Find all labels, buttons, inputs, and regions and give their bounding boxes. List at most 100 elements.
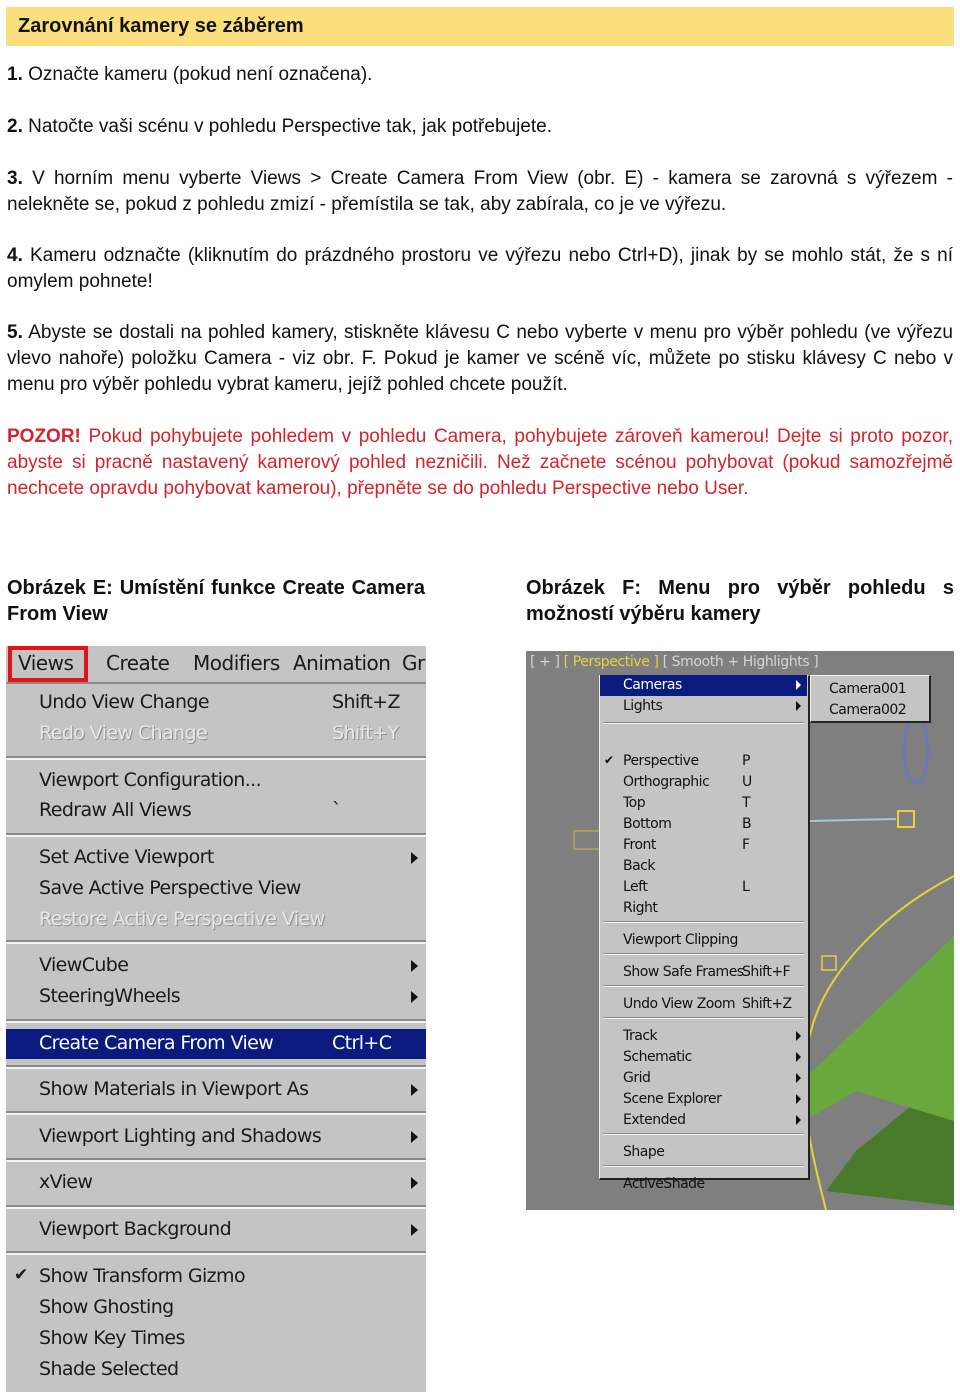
menu-item-label: Show Key Times — [39, 1327, 185, 1349]
view-menu-item-bottom[interactable]: Bottom B — [600, 814, 807, 835]
menu-item-label: Undo View Zoom — [623, 996, 736, 1012]
menu-graph[interactable]: Gr — [402, 651, 425, 675]
figure-e-views-menu: Views Create Modifiers Animation Gr Undo… — [6, 646, 426, 1392]
submenu-item-camera001[interactable]: Camera001 — [811, 679, 929, 700]
figure-e-caption: Obrázek E: Umístění funkce Create Camera… — [7, 577, 425, 625]
step-3: 3. V horním menu vyberte Views > Create … — [7, 166, 953, 218]
view-menu-item-back[interactable]: Back — [600, 856, 807, 877]
menu-item-label: xView — [39, 1171, 93, 1193]
submenu-arrow-icon — [411, 1224, 418, 1236]
step-4: 4. Kameru odznačte (kliknutím do prázdné… — [7, 243, 953, 295]
menu-item-label: Shade Selected — [39, 1358, 179, 1380]
submenu-arrow-icon — [796, 701, 801, 711]
menu-item-label: Scene Explorer — [623, 1091, 722, 1107]
menu-item-label: Right — [623, 900, 658, 916]
view-menu-item-scene-explorer[interactable]: Scene Explorer — [600, 1089, 807, 1110]
view-menu-item-track[interactable]: Track — [600, 1026, 807, 1047]
cameras-submenu: Camera001 Camera002 — [810, 675, 931, 723]
menu-item-shade-selected[interactable]: Shade Selected — [6, 1355, 426, 1385]
menu-separator — [603, 1165, 804, 1167]
view-menu-item-perspective[interactable]: ✔ Perspective P — [600, 751, 807, 772]
menu-item-label: Viewport Lighting and Shadows — [39, 1125, 322, 1147]
menu-item-viewport-background[interactable]: Viewport Background — [6, 1215, 426, 1245]
warning-label: POZOR! — [7, 426, 81, 447]
viewport-label[interactable]: [ + ] [ Perspective ] [ Smooth + Highlig… — [530, 654, 819, 670]
camera-icon-box — [897, 810, 915, 828]
menu-item-shortcut: Shift+F — [742, 964, 791, 980]
menu-item-show-ghosting[interactable]: Show Ghosting — [6, 1293, 426, 1323]
menu-item-shortcut: Shift+Y — [332, 722, 399, 744]
view-menu-item-show-safe-frames[interactable]: Show Safe Frames Shift+F — [600, 962, 807, 983]
menu-create[interactable]: Create — [106, 651, 170, 675]
menu-animation[interactable]: Animation — [293, 651, 391, 675]
submenu-arrow-icon — [796, 1115, 801, 1125]
menu-item-label: SteeringWheels — [39, 985, 181, 1007]
view-menu-item-cameras[interactable]: Cameras — [600, 675, 807, 696]
view-menu-item-left[interactable]: Left L — [600, 877, 807, 898]
step-2: 2. Natočte vaši scénu v pohledu Perspect… — [7, 114, 953, 140]
menu-item-viewcube[interactable]: ViewCube — [6, 951, 426, 981]
submenu-arrow-icon — [796, 1073, 801, 1083]
viewport-shading-menu[interactable]: [ Smooth + Highlights ] — [659, 654, 819, 670]
view-menu-item-front[interactable]: Front F — [600, 835, 807, 856]
view-menu-item-right[interactable]: Right — [600, 898, 807, 919]
view-menu-item-viewport-clipping[interactable]: Viewport Clipping — [600, 930, 807, 951]
menu-separator — [6, 1019, 426, 1023]
viewport-plus-menu[interactable]: [ + ] — [530, 654, 564, 670]
menu-item-show-key-times[interactable]: Show Key Times — [6, 1324, 426, 1354]
menu-item-label: Bottom — [623, 816, 672, 832]
submenu-item-camera002[interactable]: Camera002 — [811, 700, 929, 721]
menu-item-label: Cameras — [623, 677, 682, 693]
menu-item-label: Front — [623, 837, 656, 853]
view-menu-item-lights[interactable]: Lights — [600, 696, 807, 717]
menu-separator — [603, 921, 804, 923]
menu-item-create-camera-from-view[interactable]: Create Camera From View Ctrl+C — [6, 1029, 426, 1059]
view-menu-item-orthographic[interactable]: Orthographic U — [600, 772, 807, 793]
menu-separator — [603, 985, 804, 987]
step-text: Kameru odznačte (kliknutím do prázdného … — [7, 245, 953, 292]
view-menu-item-schematic[interactable]: Schematic — [600, 1047, 807, 1068]
menu-item-set-active-viewport[interactable]: Set Active Viewport — [6, 843, 426, 873]
step-text: V horním menu vyberte Views > Create Cam… — [7, 168, 953, 215]
menu-item-label: Set Active Viewport — [39, 846, 214, 868]
menu-item-viewport-configuration[interactable]: Viewport Configuration... — [6, 766, 426, 796]
menu-separator — [6, 1065, 426, 1069]
menu-separator — [603, 953, 804, 955]
view-menu-item-top[interactable]: Top T — [600, 793, 807, 814]
menu-item-label: Top — [623, 795, 646, 811]
menu-item-label: Camera001 — [829, 681, 907, 697]
view-menu-item-undo-view-zoom[interactable]: Undo View Zoom Shift+Z — [600, 994, 807, 1015]
submenu-arrow-icon — [411, 1084, 418, 1096]
view-menu-item-shape[interactable]: Shape — [600, 1142, 807, 1163]
menu-item-steeringwheels[interactable]: SteeringWheels — [6, 982, 426, 1012]
menu-item-label: Show Safe Frames — [623, 964, 744, 980]
menu-item-label: ViewCube — [39, 954, 129, 976]
menu-item-save-active-perspective-view[interactable]: Save Active Perspective View — [6, 874, 426, 904]
menu-item-shortcut: P — [742, 753, 750, 769]
menu-item-label: Undo View Change — [39, 691, 210, 713]
check-icon: ✔ — [604, 753, 614, 767]
menu-item-xview[interactable]: xView — [6, 1168, 426, 1198]
menu-item-shortcut: B — [742, 816, 752, 832]
menu-item-label: Left — [623, 879, 648, 895]
menu-item-viewport-lighting-and-shadows[interactable]: Viewport Lighting and Shadows — [6, 1122, 426, 1152]
view-menu-item-grid[interactable]: Grid — [600, 1068, 807, 1089]
viewport-view-menu[interactable]: [ Perspective ] — [564, 654, 659, 670]
menu-item-label: Camera002 — [829, 702, 907, 718]
warning-text: Pokud pohybujete pohledem v pohledu Came… — [7, 426, 953, 499]
menu-separator — [603, 722, 804, 724]
view-menu-item-activeshade[interactable]: ActiveShade — [600, 1174, 807, 1195]
menu-item-label: Viewport Background — [39, 1218, 232, 1240]
menu-item-show-materials-in-viewport-as[interactable]: Show Materials in Viewport As — [6, 1075, 426, 1105]
menu-bar: Views Create Modifiers Animation Gr — [6, 646, 426, 684]
menu-item-label: Show Transform Gizmo — [39, 1265, 246, 1287]
menu-item-show-transform-gizmo[interactable]: ✔ Show Transform Gizmo — [6, 1262, 426, 1292]
menu-modifiers[interactable]: Modifiers — [193, 651, 280, 675]
menu-item-undo-view-change[interactable]: Undo View Change Shift+Z — [6, 688, 426, 718]
menu-separator — [603, 1017, 804, 1019]
submenu-arrow-icon — [411, 991, 418, 1003]
view-menu-item-extended[interactable]: Extended — [600, 1110, 807, 1131]
menu-item-redraw-all-views[interactable]: Redraw All Views ` — [6, 796, 426, 826]
menu-separator — [603, 1133, 804, 1135]
menu-item-label: Show Ghosting — [39, 1296, 174, 1318]
